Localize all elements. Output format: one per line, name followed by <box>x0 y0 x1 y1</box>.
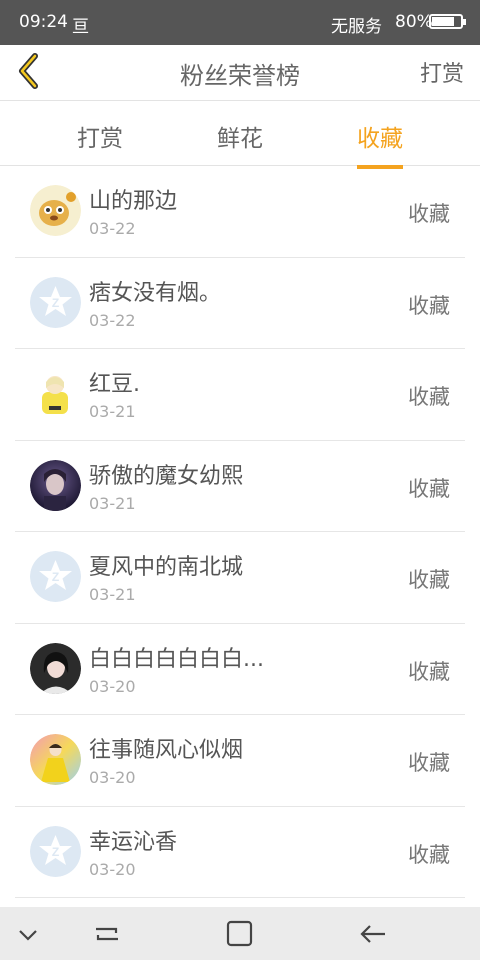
tab-reward[interactable]: 打赏 <box>77 119 123 153</box>
recent-apps-icon <box>96 927 118 941</box>
avatar[interactable]: Z <box>30 825 81 877</box>
fan-list: 山的那边 03-22 收藏 Z 痞女没有烟。 03-22 收藏 红豆. 03-21 收藏 骄傲的魔女… <box>15 166 465 898</box>
back-system-button[interactable] <box>358 919 388 949</box>
svg-text:Z: Z <box>52 845 59 859</box>
avatar[interactable] <box>30 642 81 694</box>
home-square-icon <box>226 920 253 947</box>
list-item[interactable]: Z 痞女没有烟。 03-22 收藏 <box>15 258 465 349</box>
date-label: 03-20 <box>89 859 136 879</box>
status-bar: 09:24 亘 无服务 80% <box>0 0 480 45</box>
user-name: 往事随风心似烟 <box>89 738 244 763</box>
user-name: 痞女没有烟。 <box>89 280 222 306</box>
list-item[interactable]: Z 夏风中的南北城 03-21 收藏 <box>15 532 465 624</box>
tab-label: 鲜花 <box>217 126 263 152</box>
date-label: 03-21 <box>89 493 136 513</box>
status-time: 09:24 <box>19 12 68 32</box>
avatar[interactable] <box>30 368 81 419</box>
chevron-down-icon <box>19 930 37 941</box>
system-nav-bar <box>0 907 480 960</box>
battery-icon <box>429 14 466 29</box>
battery-percent: 80% <box>395 12 433 32</box>
action-label: 收藏 <box>408 842 450 867</box>
nav-bar: 粉丝荣誉榜 打赏 <box>0 45 480 101</box>
user-name: 夏风中的南北城 <box>89 555 244 580</box>
action-label: 收藏 <box>408 385 450 409</box>
user-name: 骄傲的魔女幼熙 <box>89 463 244 489</box>
tab-favorites[interactable]: 收藏 <box>357 119 403 169</box>
action-label: 收藏 <box>408 568 450 592</box>
action-label: 收藏 <box>408 751 450 775</box>
list-item[interactable]: 骄傲的魔女幼熙 03-21 收藏 <box>15 441 465 532</box>
notification-icon: 亘 <box>72 17 89 37</box>
user-name: 山的那边 <box>89 189 178 214</box>
user-name: 白白白白白白白... <box>89 646 264 672</box>
recent-apps-button[interactable] <box>92 919 122 949</box>
date-label: 03-21 <box>89 585 136 604</box>
tab-label: 打赏 <box>77 126 123 152</box>
avatar[interactable] <box>30 185 81 236</box>
date-label: 03-21 <box>89 402 136 421</box>
arrow-left-icon <box>360 925 385 943</box>
action-label: 收藏 <box>408 293 450 318</box>
svg-text:Z: Z <box>52 296 59 310</box>
action-label: 收藏 <box>408 659 450 684</box>
tab-flowers[interactable]: 鲜花 <box>217 119 263 153</box>
reward-button[interactable]: 打赏 <box>420 56 464 88</box>
avatar[interactable]: Z <box>30 276 81 328</box>
home-button[interactable] <box>225 919 255 949</box>
avatar[interactable] <box>30 459 81 511</box>
tab-bar: 打赏 鲜花 收藏 <box>0 101 480 169</box>
date-label: 03-20 <box>89 676 136 696</box>
avatar[interactable] <box>30 734 81 785</box>
action-label: 收藏 <box>408 476 450 501</box>
page-title: 粉丝荣誉榜 <box>180 62 300 90</box>
list-item[interactable]: 往事随风心似烟 03-20 收藏 <box>15 715 465 807</box>
list-item[interactable]: 白白白白白白白... 03-20 收藏 <box>15 624 465 715</box>
tab-label: 收藏 <box>357 126 403 152</box>
hide-nav-button[interactable] <box>14 919 44 949</box>
date-label: 03-20 <box>89 768 136 787</box>
date-label: 03-22 <box>89 219 136 238</box>
list-item[interactable]: Z 幸运沁香 03-20 收藏 <box>15 807 465 898</box>
list-item[interactable]: 红豆. 03-21 收藏 <box>15 349 465 441</box>
action-label: 收藏 <box>408 202 450 226</box>
carrier-text: 无服务 <box>331 17 382 37</box>
svg-text:Z: Z <box>52 570 59 584</box>
avatar[interactable]: Z <box>30 551 81 602</box>
date-label: 03-22 <box>89 310 136 330</box>
list-item[interactable]: 山的那边 03-22 收藏 <box>15 166 465 258</box>
user-name: 幸运沁香 <box>89 829 178 855</box>
user-name: 红豆. <box>89 372 140 397</box>
